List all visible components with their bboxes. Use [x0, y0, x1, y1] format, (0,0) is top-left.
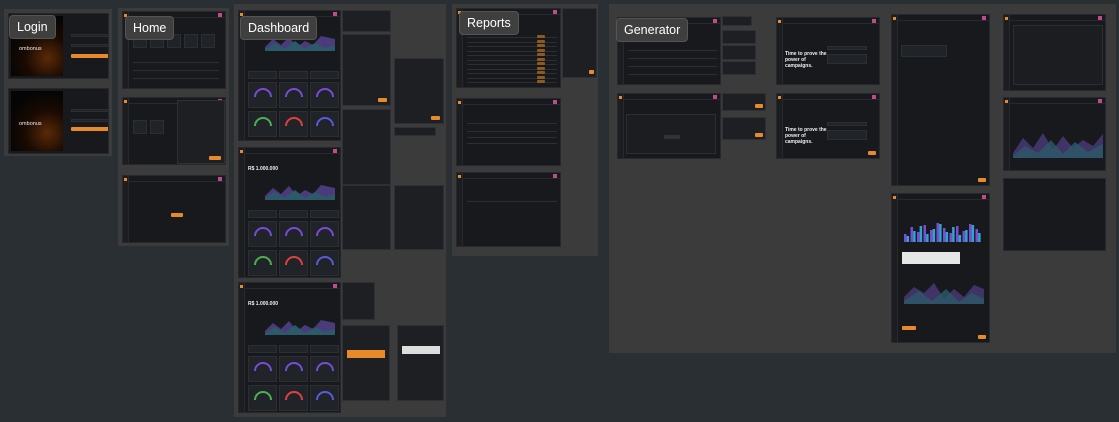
area-chart-thumbnail [1013, 133, 1103, 158]
login-button[interactable] [71, 127, 108, 131]
notifications-panel[interactable] [394, 58, 444, 124]
section-label-dashboard: Dashboard [240, 16, 318, 40]
frame-generator-step2[interactable] [891, 14, 990, 186]
frame-generator-report[interactable] [891, 193, 990, 343]
frame-generator-empty[interactable] [1003, 178, 1106, 251]
section-label-home: Home [125, 16, 175, 40]
settings-panel[interactable] [342, 185, 391, 250]
frame-generator-visualization[interactable] [617, 93, 721, 159]
toast-error[interactable] [722, 61, 756, 75]
frame-dashboard[interactable]: R$ 1.000.000 [238, 282, 341, 413]
frame-generator-step1[interactable]: Time to prove the power of campaigns. [776, 17, 880, 85]
menu-panel[interactable] [722, 16, 752, 26]
confirm-dialog-2[interactable] [722, 117, 766, 140]
toast-success[interactable] [722, 45, 756, 60]
chat-panel-2[interactable] [397, 325, 444, 401]
total-amount: R$ 1.000.000 [248, 166, 279, 172]
frame-generator-chart[interactable] [1003, 97, 1106, 171]
frame-login-error[interactable]: ombonus [8, 88, 109, 154]
total-amount: R$ 1.000.000 [248, 301, 279, 307]
filter-panel[interactable] [342, 34, 391, 106]
frame-home-modal[interactable] [122, 97, 226, 165]
confirm-dialog[interactable] [722, 93, 766, 111]
section-label-login: Login [9, 15, 56, 39]
login-button[interactable] [71, 54, 108, 58]
frame-reports-list[interactable] [456, 98, 561, 166]
frame-generator-preview[interactable] [1003, 14, 1106, 91]
area-chart-thumbnail [904, 283, 984, 304]
area-chart-thumbnail [265, 320, 335, 335]
menu-panel[interactable] [394, 127, 436, 136]
hero-text: Time to prove the power of campaigns. [785, 51, 827, 69]
login-hero-image: ombonus [11, 91, 63, 151]
chat-panel[interactable] [342, 325, 390, 401]
brand-logo: ombonus [19, 46, 42, 52]
calendar-panel[interactable] [342, 10, 391, 32]
empty-panel[interactable] [394, 185, 444, 250]
bar-chart-thumbnail [904, 223, 981, 242]
frame-home-empty[interactable] [122, 175, 226, 243]
frame-generator-step1-filled[interactable]: Time to prove the power of campaigns. [776, 93, 880, 159]
toast-info[interactable] [722, 30, 756, 44]
section-label-generator: Generator [616, 18, 689, 42]
hero-text: Time to prove the power of campaigns. [785, 127, 827, 145]
brand-logo: ombonus [19, 121, 42, 127]
frame-reports-empty[interactable] [456, 172, 561, 247]
frame-dashboard[interactable]: R$ 1.000.000 [238, 147, 341, 278]
reports-filter-panel[interactable] [562, 8, 597, 78]
section-label-reports: Reports [459, 11, 519, 35]
options-panel[interactable] [342, 282, 375, 320]
area-chart-thumbnail [265, 185, 335, 200]
select-panel[interactable] [342, 109, 391, 185]
